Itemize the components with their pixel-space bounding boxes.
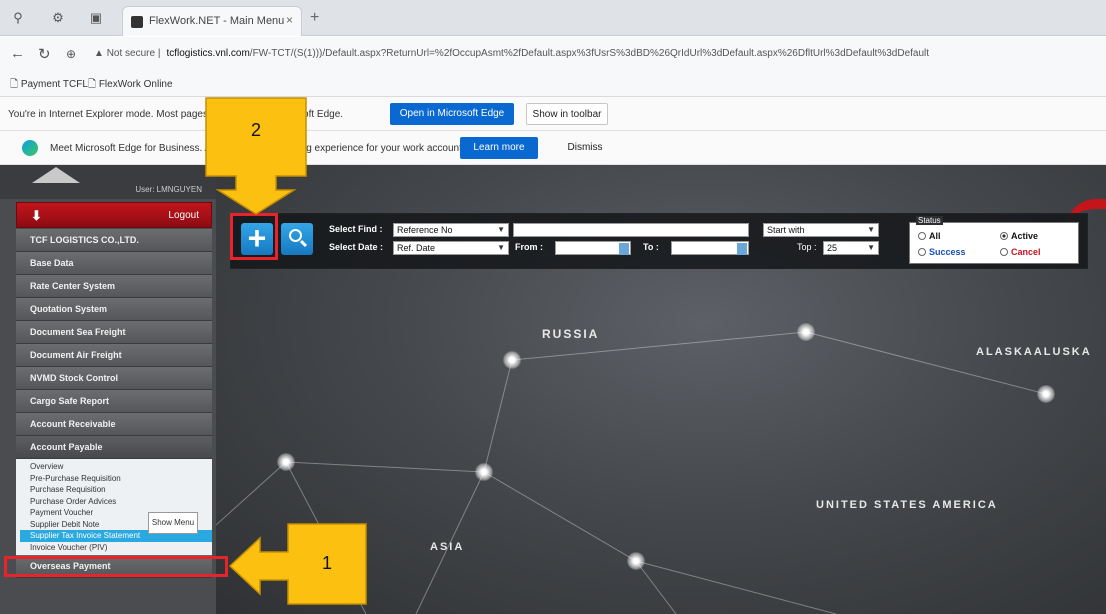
address-bar-row: ← ↻ ⊕ ▲ Not secure | tcflogistics.vnl.com… [0, 37, 1106, 71]
favorite-item-flexwork[interactable]: 🗋 FlexWork Online [88, 77, 173, 94]
map-node [1037, 385, 1055, 403]
from-date-input[interactable] [555, 241, 631, 255]
dismiss-button[interactable]: Dismiss [548, 137, 622, 159]
favorites-bar: 🗋 Payment TCFL 🗋 FlexWork Online [0, 71, 1106, 97]
screenshot-root: ⚲ ⚙ ▣ FlexWork.NET - Main Menu × + ← ↻ ⊕… [0, 0, 1106, 614]
status-radio-active[interactable]: Active [1000, 231, 1038, 241]
menu-item-payable[interactable]: Account Payable [16, 436, 212, 459]
not-secure-warning[interactable]: ▲ Not secure | [94, 48, 160, 59]
download-arrow-icon: ⬇ [31, 208, 42, 223]
new-tab-icon[interactable]: + [310, 9, 319, 27]
map-label-alaska: ALASKAALUSKA [976, 346, 1092, 358]
menu-item-rate-center[interactable]: Rate Center System [16, 275, 212, 298]
menu-item-cargo-safe[interactable]: Cargo Safe Report [16, 390, 212, 413]
sidebar: User: LMNGUYEN ⬇ Logout TCF LOGISTICS CO… [0, 165, 216, 614]
top-label: Top : [797, 242, 817, 252]
top-count-dropdown[interactable]: 25 ▼ [823, 241, 879, 255]
browser-tab-bar: ⚲ ⚙ ▣ FlexWork.NET - Main Menu × + [0, 0, 1106, 36]
url-host: tcflogistics.vnl.com [166, 48, 250, 59]
callout-number-1: 1 [322, 553, 333, 573]
close-tab-icon[interactable]: × [286, 13, 293, 27]
menu-item-quotation[interactable]: Quotation System [16, 298, 212, 321]
collapse-arrow-icon[interactable] [32, 167, 80, 183]
submenu-item[interactable]: Invoice Voucher (PIV) [30, 542, 212, 554]
site-favicon-icon [131, 16, 143, 28]
flexwork-app: RUSSIA ALASKAALUSKA UNITED STATES AMERIC… [0, 165, 1106, 614]
browser-tab[interactable]: FlexWork.NET - Main Menu × [122, 6, 302, 36]
map-node [797, 323, 815, 341]
select-date-label: Select Date : [329, 242, 384, 252]
learn-more-button[interactable]: Learn more [460, 137, 538, 159]
ie-mode-icon[interactable]: ⊕ [66, 47, 76, 61]
select-date-dropdown[interactable]: Ref. Date ▼ [393, 241, 509, 255]
edge-business-infobar: Meet Microsoft Edge for Business. A more… [0, 131, 1106, 165]
ie-mode-message: You're in Internet Explorer mode. Most p… [8, 109, 344, 120]
calendar-icon[interactable] [737, 243, 747, 255]
map-node [277, 453, 295, 471]
business-message: Meet Microsoft Edge for Business. A more… [50, 143, 465, 154]
tab-actions-icon[interactable]: ▣ [88, 10, 104, 26]
callout-number-2: 2 [251, 120, 262, 140]
profile-icon[interactable]: ⚲ [10, 10, 26, 26]
menu-item-doc-sea[interactable]: Document Sea Freight [16, 321, 212, 344]
menu-item-base-data[interactable]: Base Data [16, 252, 212, 275]
to-label: To : [643, 242, 659, 252]
submenu-item[interactable]: Overview [30, 461, 212, 473]
status-legend: Status [916, 216, 943, 225]
match-mode-dropdown[interactable]: Start with ▼ [763, 223, 879, 237]
select-find-label: Select Find : [329, 224, 383, 234]
chevron-down-icon: ▼ [867, 225, 875, 234]
select-find-dropdown[interactable]: Reference No ▼ [393, 223, 509, 237]
map-label-usa: UNITED STATES AMERICA [816, 499, 998, 511]
status-filter-group: Status All Active Success Cancel [909, 216, 1079, 264]
menu-item-company[interactable]: TCF LOGISTICS CO.,LTD. [16, 229, 212, 252]
search-button[interactable] [281, 223, 313, 255]
highlight-submenu-item [4, 556, 228, 577]
from-label: From : [515, 242, 543, 252]
calendar-icon[interactable] [619, 243, 629, 255]
to-date-input[interactable] [671, 241, 749, 255]
map-label-asia: ASIA [430, 541, 465, 553]
favorite-item-payment[interactable]: 🗋 Payment TCFL [10, 77, 88, 94]
tab-title: FlexWork.NET - Main Menu [149, 15, 285, 27]
submenu-item[interactable]: Purchase Order Advices [30, 496, 212, 508]
status-radio-cancel[interactable]: Cancel [1000, 247, 1041, 257]
submenu-item[interactable]: Purchase Requisition [30, 484, 212, 496]
menu-item-receivable[interactable]: Account Receivable [16, 413, 212, 436]
submenu-item[interactable]: Pre-Purchase Requisition [30, 473, 212, 485]
logout-button[interactable]: ⬇ Logout [16, 202, 212, 228]
map-node [475, 463, 493, 481]
find-text-input[interactable] [513, 223, 749, 237]
logout-label: Logout [168, 210, 199, 221]
url-path: /FW-TCT/(S(1)))/Default.aspx?ReturnUrl=%… [249, 48, 930, 59]
chevron-down-icon: ▼ [497, 225, 505, 234]
menu-item-doc-air[interactable]: Document Air Freight [16, 344, 212, 367]
map-node [503, 351, 521, 369]
address-input[interactable]: ▲ Not secure | tcflogistics.vnl.com/FW-TC… [94, 43, 1106, 65]
edge-logo-icon [22, 140, 38, 156]
search-panel: + Select Find : Reference No ▼ Select Dat… [230, 213, 1088, 269]
sidebar-header: User: LMNGUYEN [0, 165, 216, 199]
show-menu-button[interactable]: Show Menu [148, 512, 198, 534]
map-node [627, 552, 645, 570]
chevron-down-icon: ▼ [497, 243, 505, 252]
chevron-down-icon: ▼ [867, 243, 875, 252]
status-radio-all[interactable]: All [918, 231, 941, 241]
map-label-russia: RUSSIA [542, 327, 600, 341]
user-label: User: LMNGUYEN [135, 185, 202, 194]
show-in-toolbar-button[interactable]: Show in toolbar [526, 103, 608, 125]
refresh-icon[interactable]: ↻ [38, 45, 51, 63]
highlight-add-button [230, 213, 278, 260]
workspaces-icon[interactable]: ⚙ [50, 10, 66, 26]
ie-mode-infobar: You're in Internet Explorer mode. Most p… [0, 97, 1106, 131]
status-radio-success[interactable]: Success [918, 247, 966, 257]
menu-item-stock[interactable]: NVMD Stock Control [16, 367, 212, 390]
payable-submenu: Overview Pre-Purchase Requisition Purcha… [16, 459, 212, 555]
open-in-edge-button[interactable]: Open in Microsoft Edge [390, 103, 514, 125]
back-icon[interactable]: ← [10, 45, 25, 62]
